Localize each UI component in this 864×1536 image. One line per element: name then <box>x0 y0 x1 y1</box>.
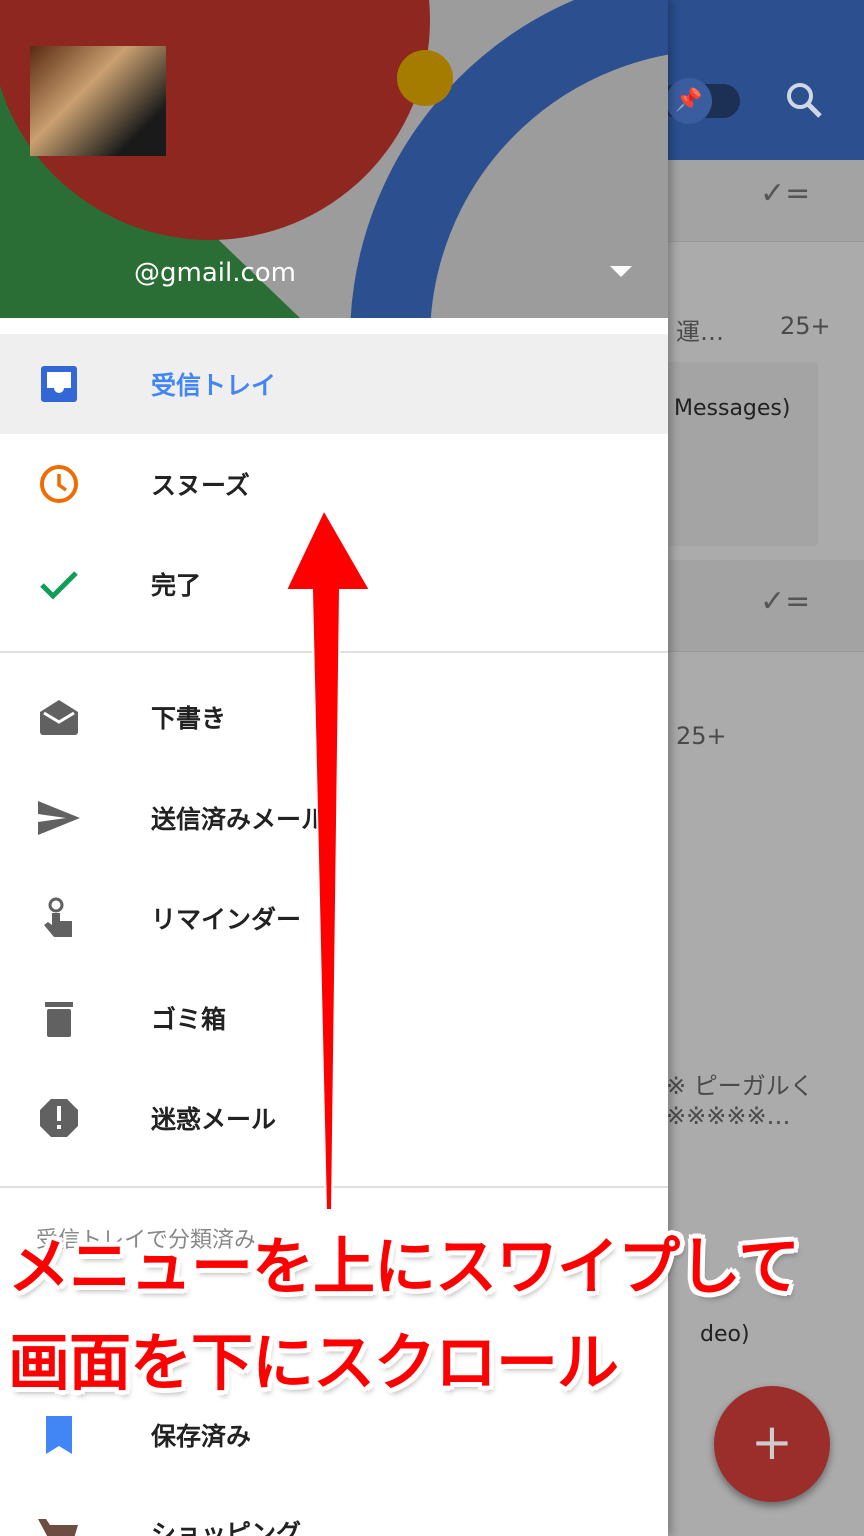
check-icon <box>40 571 78 600</box>
instruction-line-2: 画面を下にスクロール <box>8 1326 619 1399</box>
avatar[interactable] <box>30 46 166 156</box>
cart-icon <box>38 1519 78 1536</box>
account-dropdown-icon[interactable] <box>610 266 632 277</box>
email-snippet: deo) <box>700 1322 750 1347</box>
instruction-line-1: メニューを上にスワイプして <box>8 1230 800 1303</box>
drawer-item-label: 下書き <box>151 704 227 733</box>
drawer-item-label: ゴミ箱 <box>151 1005 227 1034</box>
drawer-item-label: ショッピング <box>151 1519 302 1536</box>
drawer-item-label: 保存済み <box>151 1422 252 1451</box>
compose-button[interactable]: + <box>714 1386 830 1502</box>
account-header: @gmail.com <box>0 0 668 318</box>
drawer-item-label: 完了 <box>151 571 202 600</box>
search-icon[interactable] <box>784 80 824 120</box>
drawer-item-inbox[interactable]: 受信トレイ <box>0 334 668 434</box>
drawer-item-shopping[interactable]: ショッピング <box>0 1482 668 1536</box>
drawer-item-label: リマインダー <box>151 905 302 934</box>
bookmark-icon <box>46 1416 72 1454</box>
drafts-icon <box>40 700 78 735</box>
drawer-item-label: 受信トレイ <box>151 371 277 400</box>
email-count: 25+ <box>676 722 727 750</box>
drawer-item-label: 迷惑メール <box>151 1105 277 1134</box>
sweep-icon[interactable]: ✓= <box>760 584 810 619</box>
reminder-icon <box>44 897 72 937</box>
trash-icon <box>45 1002 73 1037</box>
sweep-icon[interactable]: ✓= <box>760 176 810 211</box>
email-snippet: Messages) <box>674 396 791 421</box>
spam-icon <box>40 1099 78 1137</box>
pin-toggle[interactable]: 📌 <box>660 78 740 124</box>
email-snippet: ※※※※※… <box>666 1102 791 1130</box>
email-count: 25+ <box>780 312 831 340</box>
email-snippet: ※ ピーガルく <box>666 1072 814 1100</box>
pin-icon: 📌 <box>666 78 712 124</box>
email-snippet: 運… <box>676 318 724 346</box>
email-card[interactable] <box>660 362 818 546</box>
clock-icon <box>40 465 78 503</box>
drawer-item-label: スヌーズ <box>151 471 250 500</box>
send-icon <box>38 801 80 835</box>
account-email: @gmail.com <box>134 258 297 288</box>
swipe-up-arrow-icon <box>284 510 372 1211</box>
inbox-icon <box>41 366 77 402</box>
